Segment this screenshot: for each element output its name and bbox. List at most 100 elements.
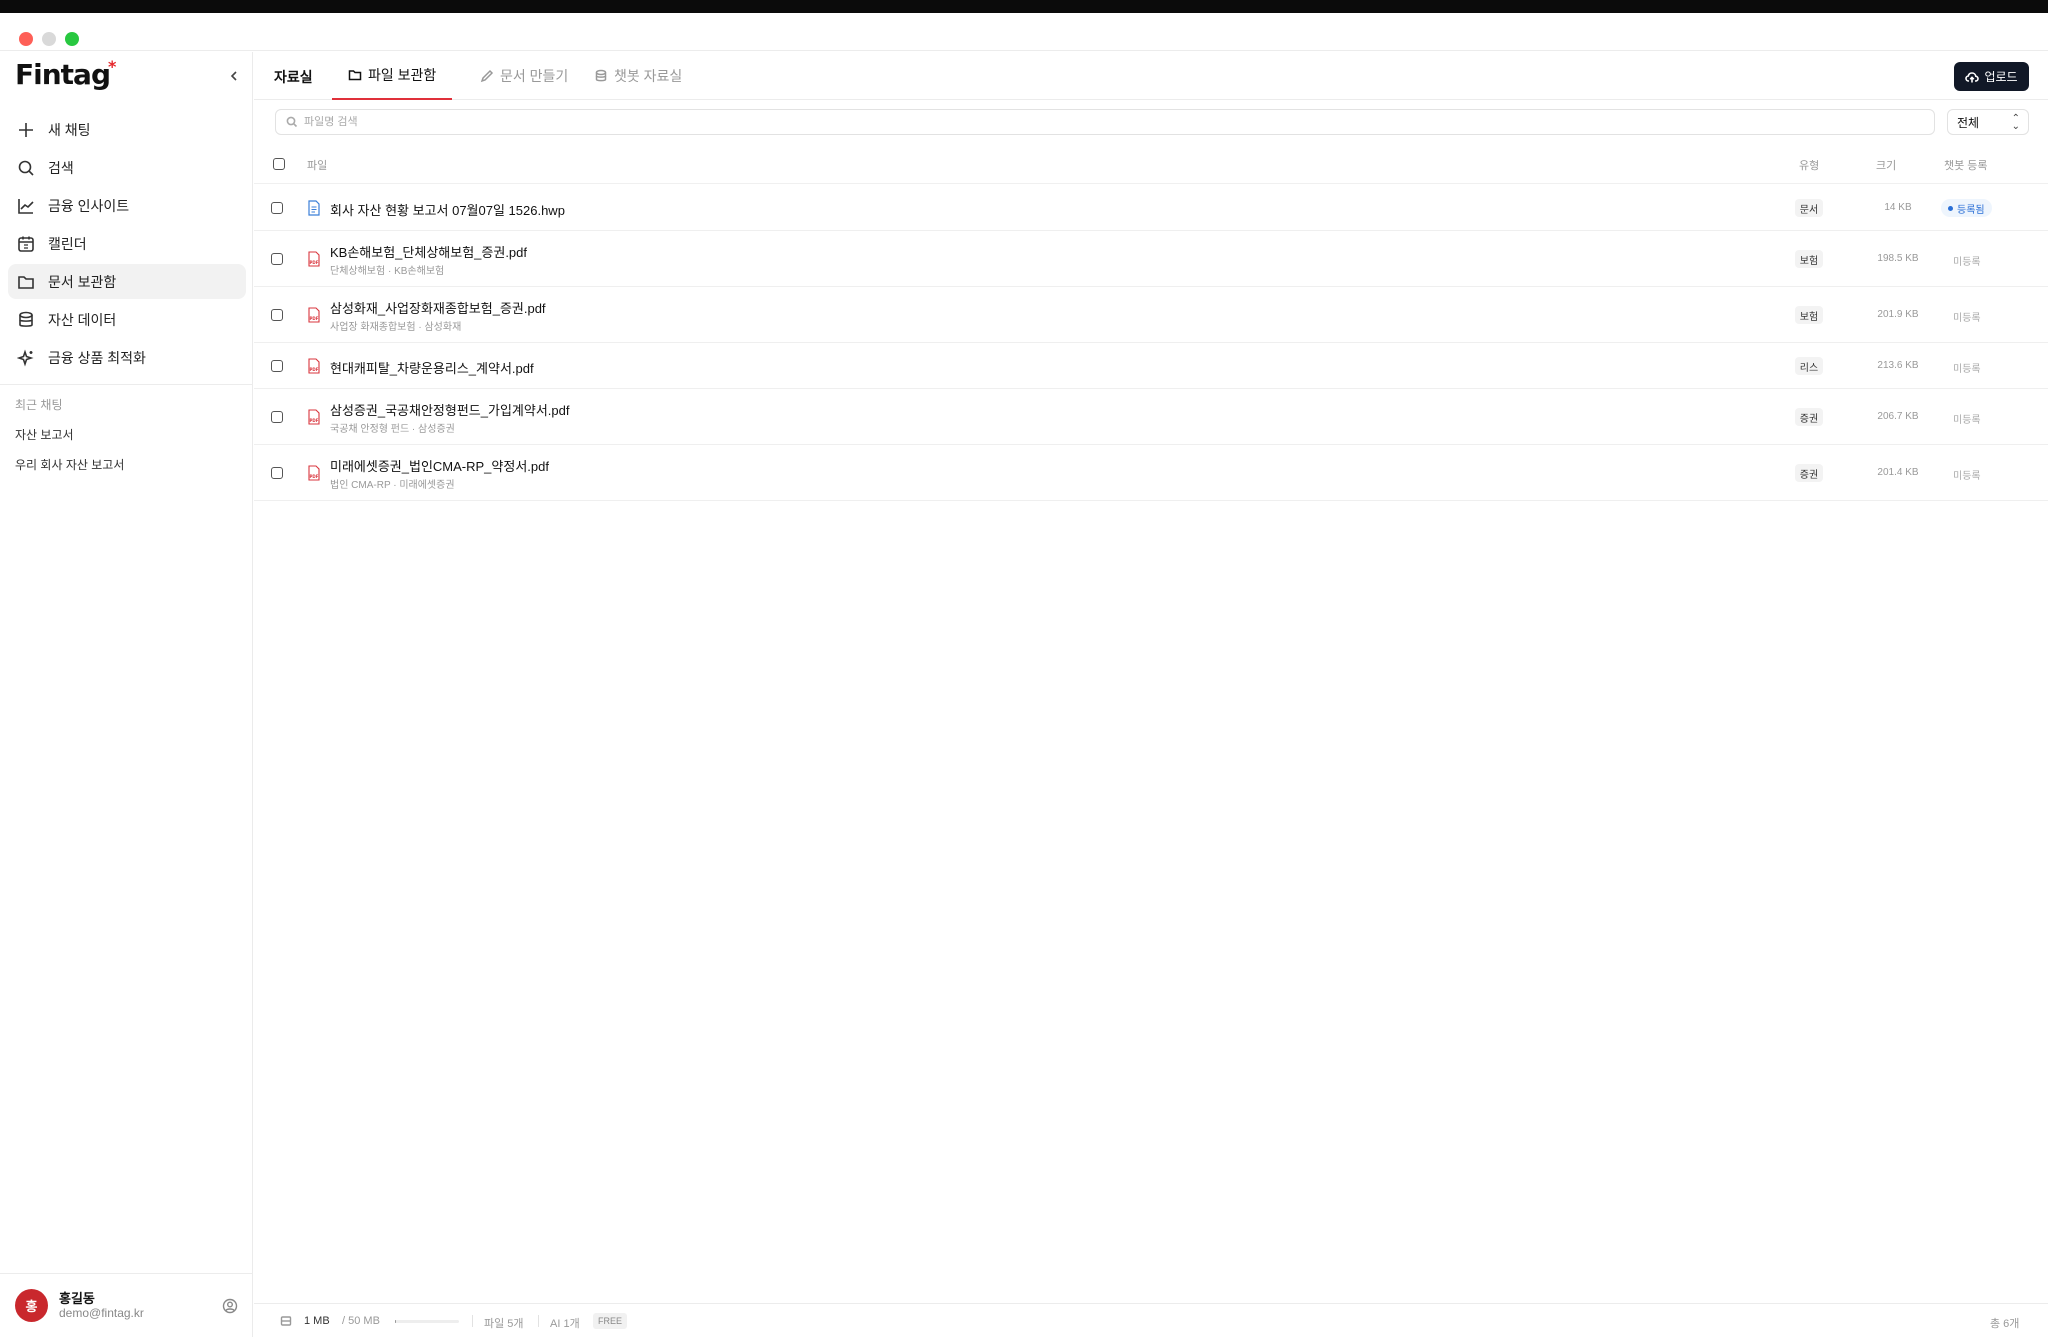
cloud-upload-icon [1965, 71, 1980, 82]
row-checkbox[interactable] [271, 467, 283, 479]
table-row[interactable]: PDF 삼성증권_국공채안정형펀드_가입계약서.pdf 국공채 안정형 펀드 ·… [254, 389, 2048, 445]
type-badge: 증권 [1795, 408, 1823, 426]
user-profile[interactable]: 홍 홍길동 demo@fintag.kr [0, 1273, 253, 1337]
storage-progress-bar [395, 1320, 459, 1323]
tab-label: 챗봇 자료실 [614, 68, 683, 84]
close-window-button[interactable] [19, 32, 33, 46]
type-filter-select[interactable]: 전체 ⌃ ⌄ [1947, 109, 2029, 135]
file-name[interactable]: 회사 자산 현황 보고서 07월07일 1526.hwp [330, 200, 565, 219]
type-badge: 보험 [1795, 250, 1823, 268]
main-content: 자료실 파일 보관함 문서 만들기 챗봇 자료실 업로드 전체 ⌃⌄ 파일 유형… [254, 52, 2048, 1337]
sidebar-item-new-chat[interactable]: 새 채팅 [8, 112, 246, 147]
chevron-updown-icon: ⌃ ⌄ [2011, 113, 2020, 132]
svg-text:PDF: PDF [310, 474, 319, 479]
status-text[interactable]: 미등록 [1953, 253, 1981, 268]
sidebar-item-documents[interactable]: 문서 보관함 [8, 264, 246, 299]
type-badge: 리스 [1795, 357, 1823, 375]
folder-icon [17, 273, 35, 291]
column-header-type: 유형 [1799, 160, 1820, 172]
tab-label: 문서 만들기 [500, 68, 569, 84]
user-settings-icon[interactable] [222, 1298, 238, 1314]
row-checkbox[interactable] [271, 309, 283, 321]
file-description: 법인 CMA-RP · 미래에셋증권 [330, 480, 455, 491]
database-icon [17, 311, 35, 329]
avatar: 홍 [15, 1289, 48, 1322]
plan-badge: FREE [593, 1313, 628, 1329]
storage-progress-fill [395, 1320, 397, 1323]
app-logo[interactable]: Fintag* [15, 57, 116, 91]
file-name[interactable]: 삼성화재_사업장화재종합보험_증권.pdf [330, 298, 546, 317]
row-checkbox[interactable] [271, 253, 283, 265]
tab-label: 파일 보관함 [368, 67, 437, 83]
window-titlebar [0, 13, 2048, 51]
storage-footer: 1 MB / 50 MB 파일 5개 AI 1개 FREE 총 6개 [254, 1303, 2048, 1337]
maximize-window-button[interactable] [65, 32, 79, 46]
pdf-file-icon: PDF [307, 409, 321, 425]
tab-file-storage[interactable]: 파일 보관함 [332, 52, 453, 100]
file-name[interactable]: 삼성증권_국공채안정형펀드_가입계약서.pdf [330, 400, 569, 419]
table-row[interactable]: PDF 현대캐피탈_차량운용리스_계약서.pdf 리스 213.6 KB 미등록 [254, 343, 2048, 389]
sidebar-item-asset-data[interactable]: 자산 데이터 [8, 302, 246, 337]
sidebar-item-label: 검색 [48, 159, 74, 176]
file-size: 14 KB [1884, 202, 1912, 213]
type-badge: 보험 [1795, 306, 1823, 324]
tab-chatbot-library[interactable]: 챗봇 자료실 [578, 52, 698, 100]
status-text[interactable]: 미등록 [1953, 467, 1981, 482]
select-all-checkbox[interactable] [273, 158, 285, 170]
pdf-file-icon: PDF [307, 307, 321, 323]
svg-text:PDF: PDF [310, 316, 319, 321]
database-icon [595, 69, 607, 82]
file-name[interactable]: 현대캐피탈_차량운용리스_계약서.pdf [330, 358, 534, 377]
user-name: 홍길동 [59, 1291, 95, 1306]
sidebar-item-search[interactable]: 검색 [8, 150, 246, 185]
sidebar-item-optimize[interactable]: 금융 상품 최적화 [8, 340, 246, 375]
top-black-bar [0, 0, 2048, 13]
tab-create-document[interactable]: 문서 만들기 [464, 52, 584, 100]
calendar-icon [17, 235, 35, 253]
status-text[interactable]: 미등록 [1953, 411, 1981, 426]
pdf-file-icon: PDF [307, 358, 321, 374]
row-checkbox[interactable] [271, 202, 283, 214]
file-size: 198.5 KB [1877, 253, 1919, 264]
file-description: 국공채 안정형 펀드 · 삼성증권 [330, 424, 455, 435]
table-row[interactable]: PDF 삼성화재_사업장화재종합보험_증권.pdf 사업장 화재종합보험 · 삼… [254, 287, 2048, 343]
filter-selected-value: 전체 [1957, 115, 1980, 130]
table-row[interactable]: PDF KB손해보험_단체상해보험_증권.pdf 단체상해보험 · KB손해보험… [254, 231, 2048, 287]
type-badge: 증권 [1795, 464, 1823, 482]
recent-chat-item[interactable]: 우리 회사 자산 보고서 [15, 456, 124, 473]
file-size: 201.4 KB [1877, 467, 1919, 478]
document-file-icon [307, 200, 321, 216]
status-text[interactable]: 미등록 [1953, 309, 1981, 324]
file-size: 213.6 KB [1877, 360, 1919, 371]
status-badge[interactable]: 등록됨 [1941, 199, 1992, 217]
pencil-icon [480, 69, 494, 83]
search-input[interactable] [304, 116, 1904, 128]
sidebar-item-calendar[interactable]: 캘린더 [8, 226, 246, 261]
status-text[interactable]: 미등록 [1953, 360, 1981, 375]
file-name[interactable]: KB손해보험_단체상해보험_증권.pdf [330, 242, 527, 261]
file-list: 회사 자산 현황 보고서 07월07일 1526.hwp 문서 14 KB 등록… [254, 185, 2048, 501]
file-name[interactable]: 미래에셋증권_법인CMA-RP_약정서.pdf [330, 456, 549, 475]
svg-text:PDF: PDF [310, 418, 319, 423]
page-title: 자료실 [274, 69, 313, 85]
row-checkbox[interactable] [271, 360, 283, 372]
ai-count: AI 1개 [550, 1318, 580, 1330]
upload-button[interactable]: 업로드 [1954, 62, 2029, 91]
recent-chat-item[interactable]: 자산 보고서 [15, 426, 74, 443]
sidebar-nav: 새 채팅 검색 금융 인사이트 캘린더 문서 보관함 자산 데이터 금융 상품 … [8, 112, 246, 378]
sidebar-collapse-icon[interactable] [226, 66, 242, 86]
status-label: 등록됨 [1957, 204, 1985, 216]
sidebar-item-label: 새 채팅 [48, 121, 91, 138]
table-row[interactable]: PDF 미래에셋증권_법인CMA-RP_약정서.pdf 법인 CMA-RP · … [254, 445, 2048, 501]
sidebar-item-insights[interactable]: 금융 인사이트 [8, 188, 246, 223]
search-bar[interactable] [275, 109, 1935, 135]
storage-used: 1 MB [304, 1315, 330, 1327]
pdf-file-icon: PDF [307, 251, 321, 267]
table-row[interactable]: 회사 자산 현황 보고서 07월07일 1526.hwp 문서 14 KB 등록… [254, 185, 2048, 231]
sparkle-icon [17, 348, 35, 367]
total-count: 총 6개 [1990, 1318, 2020, 1330]
status-dot [1948, 205, 1953, 211]
sidebar-item-label: 금융 상품 최적화 [48, 349, 146, 366]
minimize-window-button[interactable] [42, 32, 56, 46]
row-checkbox[interactable] [271, 411, 283, 423]
